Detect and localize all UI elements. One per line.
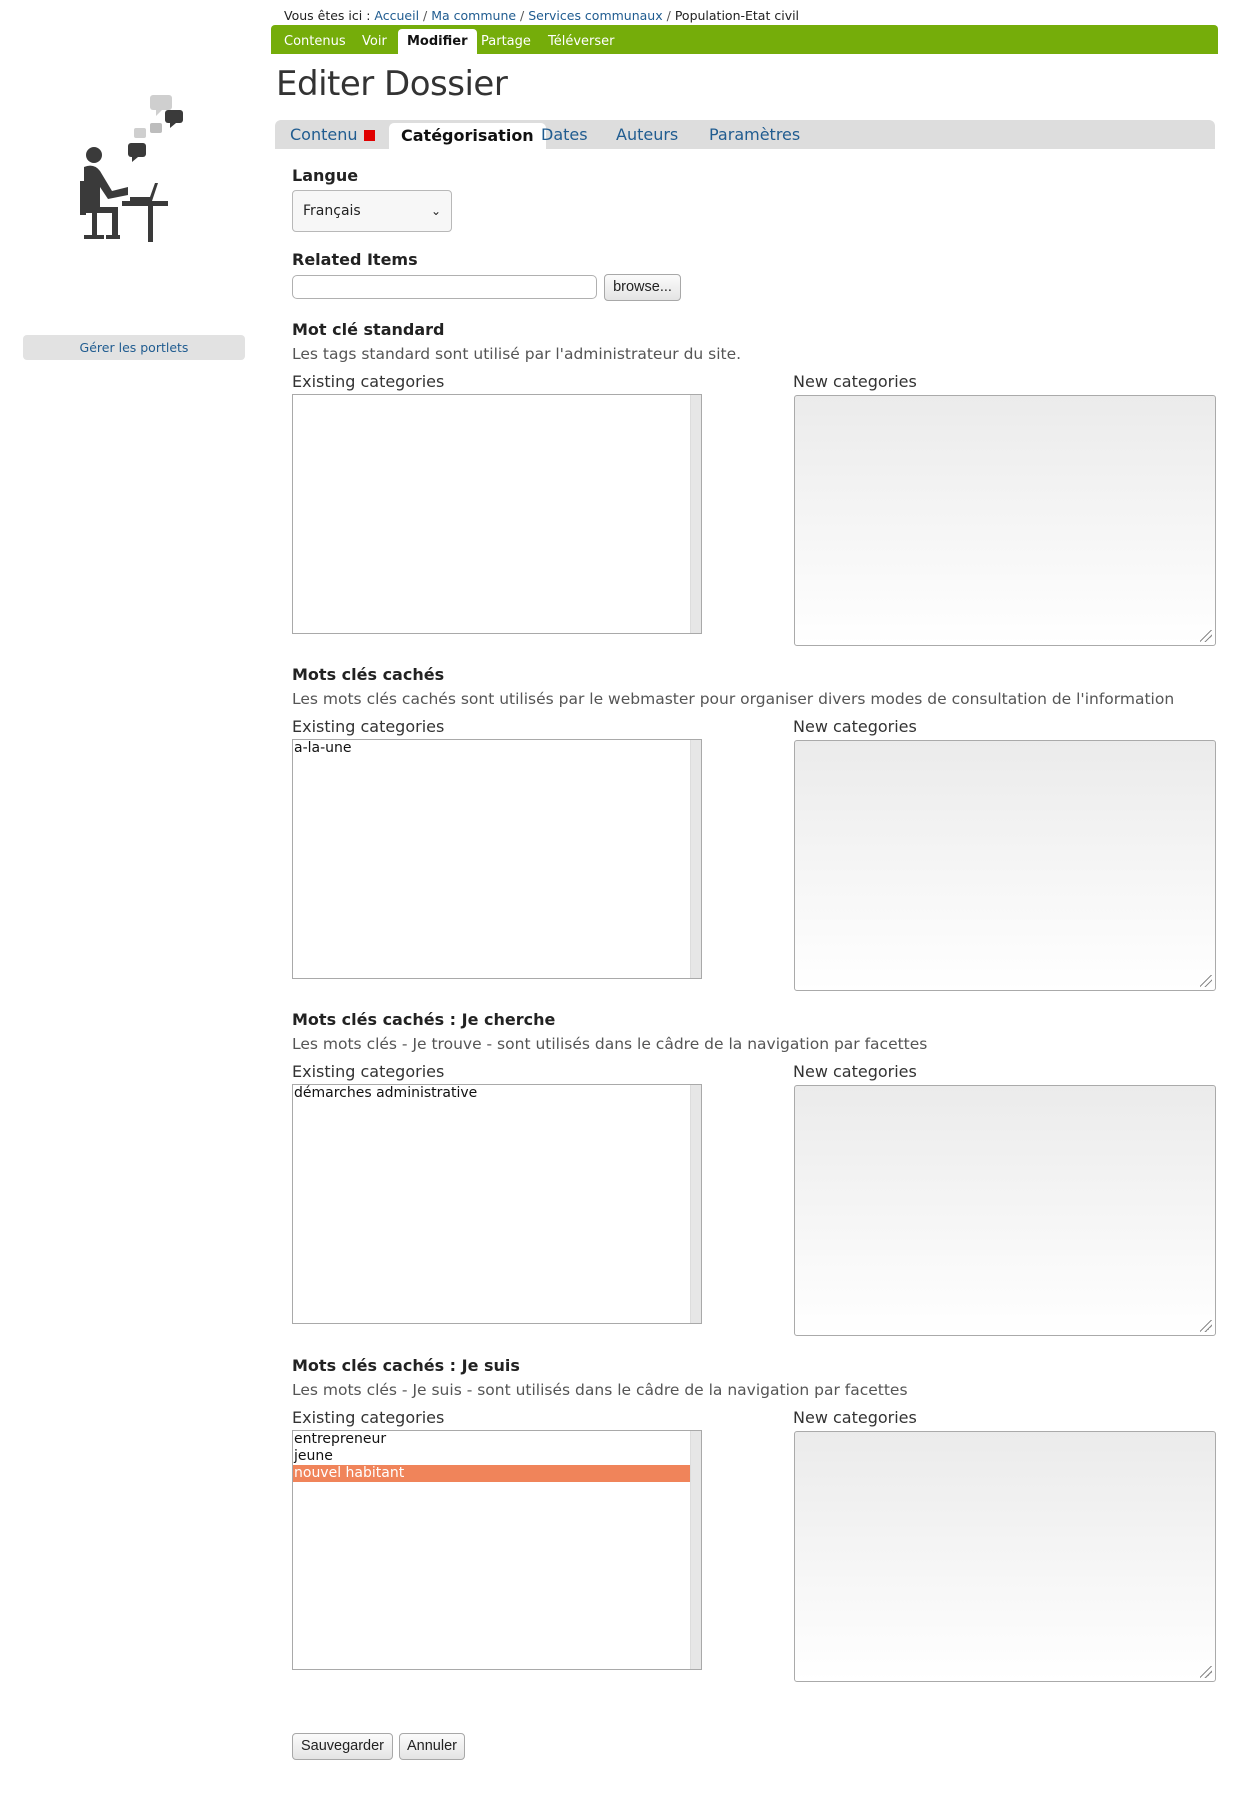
section-help-je-suis: Les mots clés - Je suis - sont utilisés …: [292, 1381, 908, 1399]
new-categories-label: New categories: [793, 372, 917, 391]
save-button[interactable]: Sauvegarder: [292, 1733, 393, 1760]
existing-categories-list[interactable]: démarches administrative: [292, 1084, 702, 1324]
related-items-label: Related Items: [292, 250, 418, 269]
section-label-je-suis: Mots clés cachés : Je suis: [292, 1356, 520, 1375]
list-option[interactable]: a-la-une: [293, 740, 690, 757]
related-items-input[interactable]: [292, 275, 597, 299]
language-label: Langue: [292, 166, 359, 185]
breadcrumb-link-commune[interactable]: Ma commune: [431, 8, 516, 23]
resize-grip-icon[interactable]: [1200, 1320, 1212, 1332]
existing-categories-label: Existing categories: [292, 372, 445, 391]
toolbar-sharing[interactable]: Partage: [481, 25, 531, 54]
required-marker: [363, 130, 375, 141]
new-categories-textarea[interactable]: [794, 740, 1216, 991]
edit-toolbar: Contenus Voir Modifier Partage Téléverse…: [271, 25, 1218, 54]
site-logo: [70, 95, 200, 245]
person-at-desk-chat-icon: [80, 95, 183, 242]
breadcrumb: Vous êtes ici : Accueil / Ma commune / S…: [284, 8, 799, 23]
scrollbar[interactable]: [690, 1431, 701, 1669]
section-help-je-cherche: Les mots clés - Je trouve - sont utilisé…: [292, 1035, 928, 1053]
list-option-selected[interactable]: nouvel habitant: [293, 1465, 690, 1482]
breadcrumb-link-home[interactable]: Accueil: [374, 8, 419, 23]
tab-dates[interactable]: Dates: [541, 120, 588, 149]
breadcrumb-separator: /: [666, 8, 671, 23]
chevron-down-icon: ⌄: [430, 204, 441, 218]
list-option[interactable]: jeune: [293, 1448, 690, 1465]
existing-categories-list[interactable]: a-la-une: [292, 739, 702, 979]
toolbar-edit[interactable]: Modifier: [398, 29, 477, 54]
resize-grip-icon[interactable]: [1200, 975, 1212, 987]
tab-parametres[interactable]: Paramètres: [709, 120, 800, 149]
toolbar-view[interactable]: Voir: [362, 25, 387, 54]
resize-grip-icon[interactable]: [1200, 1666, 1212, 1678]
breadcrumb-separator: /: [520, 8, 525, 23]
page-title: Editer Dossier: [276, 64, 508, 104]
new-categories-label: New categories: [793, 1062, 917, 1081]
resize-grip-icon[interactable]: [1200, 630, 1212, 642]
breadcrumb-link-services[interactable]: Services communaux: [528, 8, 662, 23]
breadcrumb-prefix: Vous êtes ici :: [284, 8, 371, 23]
tab-contenu-label: Contenu: [290, 125, 358, 144]
new-categories-label: New categories: [793, 1408, 917, 1427]
section-label-je-cherche: Mots clés cachés : Je cherche: [292, 1010, 556, 1029]
new-categories-textarea[interactable]: [794, 1085, 1216, 1336]
existing-categories-list[interactable]: entrepreneur jeune nouvel habitant: [292, 1430, 702, 1670]
new-categories-textarea[interactable]: [794, 395, 1216, 646]
section-help-standard: Les tags standard sont utilisé par l'adm…: [292, 345, 742, 363]
existing-categories-label: Existing categories: [292, 1062, 445, 1081]
tab-auteurs[interactable]: Auteurs: [616, 120, 678, 149]
language-select-value: Français: [303, 203, 361, 219]
breadcrumb-current: Population-Etat civil: [674, 8, 800, 23]
scrollbar[interactable]: [690, 1085, 701, 1323]
section-help-hidden: Les mots clés cachés sont utilisés par l…: [292, 690, 1175, 708]
manage-portlets-button[interactable]: Gérer les portlets: [23, 335, 245, 360]
new-categories-label: New categories: [793, 717, 917, 736]
existing-categories-label: Existing categories: [292, 1408, 445, 1427]
existing-categories-list[interactable]: [292, 394, 702, 634]
new-categories-textarea[interactable]: [794, 1431, 1216, 1682]
section-label-hidden: Mots clés cachés: [292, 665, 445, 684]
toolbar-contents[interactable]: Contenus: [284, 25, 346, 54]
form-tabs: Contenu Catégorisation Dates Auteurs Par…: [275, 120, 1215, 149]
language-select[interactable]: Français ⌄: [292, 190, 452, 232]
cancel-button[interactable]: Annuler: [399, 1733, 465, 1760]
scrollbar[interactable]: [690, 740, 701, 978]
browse-button[interactable]: browse...: [604, 274, 681, 301]
list-option[interactable]: entrepreneur: [293, 1431, 690, 1448]
existing-categories-label: Existing categories: [292, 717, 445, 736]
list-option[interactable]: démarches administrative: [293, 1085, 690, 1102]
breadcrumb-separator: /: [423, 8, 428, 23]
tab-contenu[interactable]: Contenu: [290, 120, 375, 149]
section-label-standard: Mot clé standard: [292, 320, 445, 339]
tab-categorisation[interactable]: Catégorisation: [389, 123, 546, 149]
scrollbar[interactable]: [690, 395, 701, 633]
toolbar-upload[interactable]: Téléverser: [548, 25, 615, 54]
